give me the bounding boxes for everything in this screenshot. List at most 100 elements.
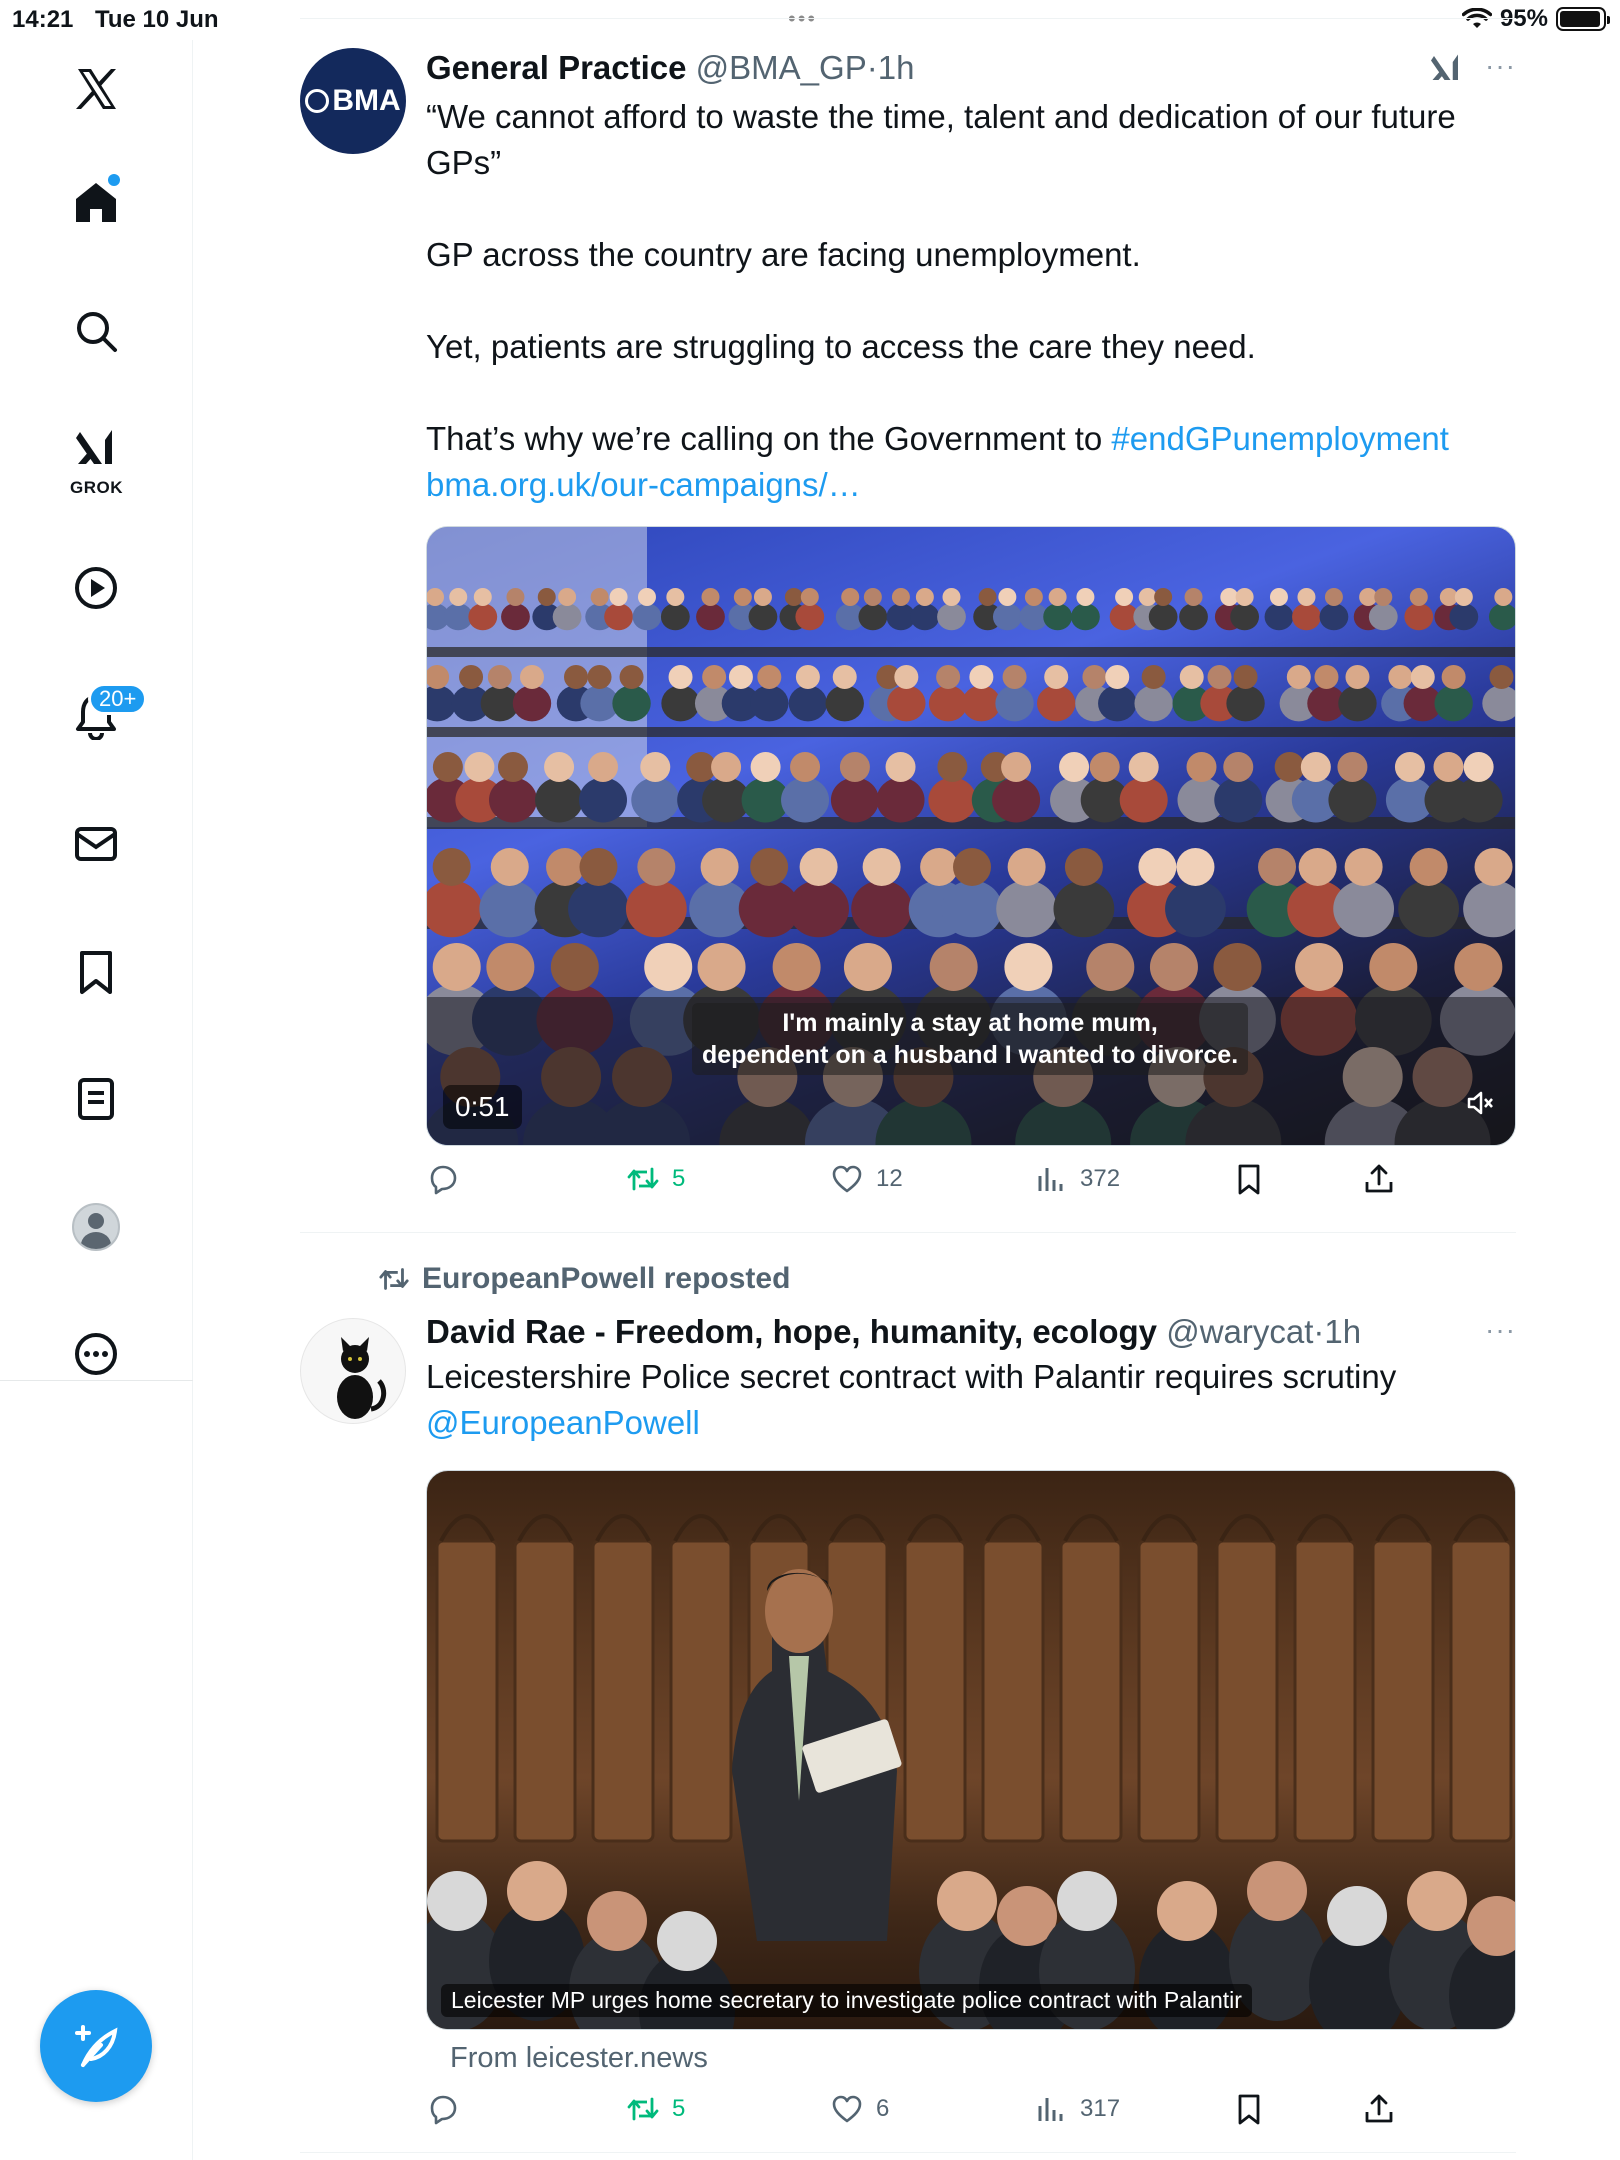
sidebar-item-profile[interactable] — [60, 1191, 132, 1263]
tweet-actions: 5 12 372 — [426, 1162, 1516, 1206]
tweet-header: David Rae - Freedom, hope, humanity, eco… — [426, 1312, 1516, 1352]
messages-icon — [75, 827, 117, 861]
tweet-divider — [300, 1232, 1516, 1233]
author-name[interactable]: General Practice — [426, 49, 687, 86]
video-subtitle: I'm mainly a stay at home mum, dependent… — [692, 1003, 1249, 1075]
share-icon — [1365, 1164, 1393, 1193]
reply-button[interactable] — [426, 1162, 472, 1196]
wifi-icon — [1461, 8, 1492, 28]
sidebar-item-home[interactable] — [60, 166, 132, 238]
search-icon — [77, 312, 117, 352]
tweet-text-line: “We cannot afford to waste the time, tal… — [426, 98, 1456, 181]
tweet-text-line: Yet, patients are struggling to access t… — [426, 328, 1256, 365]
bookmark-icon — [1238, 2094, 1260, 2125]
header-separator: · — [866, 49, 878, 86]
repost-indicator[interactable]: EuropeanPowell reposted — [378, 1262, 790, 1296]
sidebar-item-messages[interactable] — [60, 808, 132, 880]
lists-icon — [78, 1078, 114, 1120]
heart-icon — [832, 1165, 862, 1193]
heart-icon — [832, 2095, 862, 2123]
views-count: 317 — [1080, 2095, 1121, 2122]
grok-label: GROK — [70, 478, 123, 497]
tweet-divider — [300, 2152, 1516, 2153]
retweet-icon — [379, 1268, 409, 1290]
tweet-text-line: GP across the country are facing unemplo… — [426, 236, 1141, 273]
notifications-badge: 20+ — [88, 683, 148, 715]
reply-button[interactable] — [426, 2092, 472, 2126]
bookmark-button[interactable] — [1232, 2092, 1266, 2126]
hashtag-link[interactable]: #endGPunemployment — [1111, 420, 1449, 457]
sidebar-item-lists[interactable] — [60, 1063, 132, 1135]
status-bar: 14:21 Tue 10 Jun ••• 95% — [0, 0, 1620, 40]
sidebar-item-video[interactable] — [60, 552, 132, 624]
sidebar-item-more[interactable] — [60, 1318, 132, 1390]
views-button[interactable]: 372 — [1034, 1162, 1120, 1196]
mute-icon[interactable] — [1465, 1088, 1495, 1123]
status-date: Tue 10 Jun — [95, 6, 219, 33]
tweet-text: “We cannot afford to waste the time, tal… — [426, 94, 1516, 508]
profile-icon — [72, 1203, 120, 1251]
like-count: 12 — [876, 1165, 903, 1192]
header-separator: · — [1313, 1313, 1325, 1350]
like-button[interactable]: 6 — [830, 2092, 889, 2126]
reply-icon — [430, 2095, 457, 2125]
tweet-time[interactable]: 1h — [878, 49, 915, 86]
tweet-actions: 5 6 317 — [426, 2092, 1516, 2136]
views-icon — [1038, 1168, 1063, 1191]
avatar-text: BMA — [332, 84, 401, 117]
more-icon — [75, 1333, 117, 1375]
retweet-button[interactable]: 5 — [626, 2092, 685, 2126]
video-duration: 0:51 — [443, 1085, 522, 1129]
compose-feather-icon — [75, 2025, 118, 2067]
retweet-count: 5 — [672, 2095, 686, 2122]
like-count: 6 — [876, 2095, 890, 2122]
views-button[interactable]: 317 — [1034, 2092, 1120, 2126]
grok-icon — [76, 430, 112, 464]
tweet-time[interactable]: 1h — [1324, 1313, 1361, 1350]
multitask-dots[interactable]: ••• — [788, 6, 817, 32]
x-logo-icon[interactable] — [60, 53, 132, 125]
views-count: 372 — [1080, 1165, 1121, 1192]
grok-explain-icon[interactable] — [1428, 50, 1464, 91]
tweet-text: Leicestershire Police secret contract wi… — [426, 1354, 1516, 1446]
sidebar-item-bookmarks[interactable] — [60, 936, 132, 1008]
share-button[interactable] — [1362, 2092, 1396, 2126]
reply-icon — [430, 1165, 457, 1195]
retweet-icon — [627, 1167, 659, 1191]
share-icon — [1365, 2094, 1393, 2123]
repost-label: EuropeanPowell reposted — [422, 1262, 791, 1295]
bma-logo-icon — [305, 89, 330, 113]
parliament-illustration — [427, 1514, 1515, 2029]
avatar[interactable] — [300, 1318, 406, 1424]
retweet-icon — [627, 2097, 659, 2121]
battery-percent: 95% — [1499, 5, 1548, 32]
link-card-image[interactable]: Leicester MP urges home secretary to inv… — [426, 1470, 1516, 2030]
subtitle-line: dependent on a husband I wanted to divor… — [702, 1041, 1239, 1069]
link-source[interactable]: From leicester.news — [450, 2042, 708, 2075]
feed-top-divider — [300, 18, 1516, 19]
sidebar-item-grok[interactable] — [60, 412, 132, 484]
battery-icon — [1556, 7, 1610, 31]
url-link[interactable]: bma.org.uk/our-campaigns/… — [426, 466, 861, 503]
card-title: Leicester MP urges home secretary to inv… — [441, 1984, 1252, 2017]
avatar[interactable]: BMA — [300, 48, 406, 154]
more-options-icon[interactable]: ··· — [1485, 1314, 1516, 1346]
author-handle[interactable]: @warycat — [1166, 1313, 1313, 1350]
author-name[interactable]: David Rae - Freedom, hope, humanity, eco… — [426, 1313, 1157, 1350]
retweet-button[interactable]: 5 — [626, 1162, 685, 1196]
share-button[interactable] — [1362, 1162, 1396, 1196]
compose-button[interactable] — [40, 1990, 152, 2102]
sidebar-item-search[interactable] — [60, 295, 132, 367]
like-button[interactable]: 12 — [830, 1162, 903, 1196]
bookmark-icon — [1238, 1164, 1260, 1195]
bookmark-button[interactable] — [1232, 1162, 1266, 1196]
subtitle-line: I'm mainly a stay at home mum, — [782, 1009, 1158, 1037]
cat-avatar-image — [337, 1337, 387, 1419]
more-options-icon[interactable]: ··· — [1485, 50, 1516, 82]
mention-link[interactable]: @EuropeanPowell — [426, 1404, 700, 1441]
status-time: 14:21 — [12, 6, 74, 33]
video-icon — [75, 567, 117, 609]
author-handle[interactable]: @BMA_GP — [696, 49, 867, 86]
tweet-video[interactable]: I'm mainly a stay at home mum, dependent… — [426, 526, 1516, 1146]
unread-indicator — [108, 174, 120, 186]
